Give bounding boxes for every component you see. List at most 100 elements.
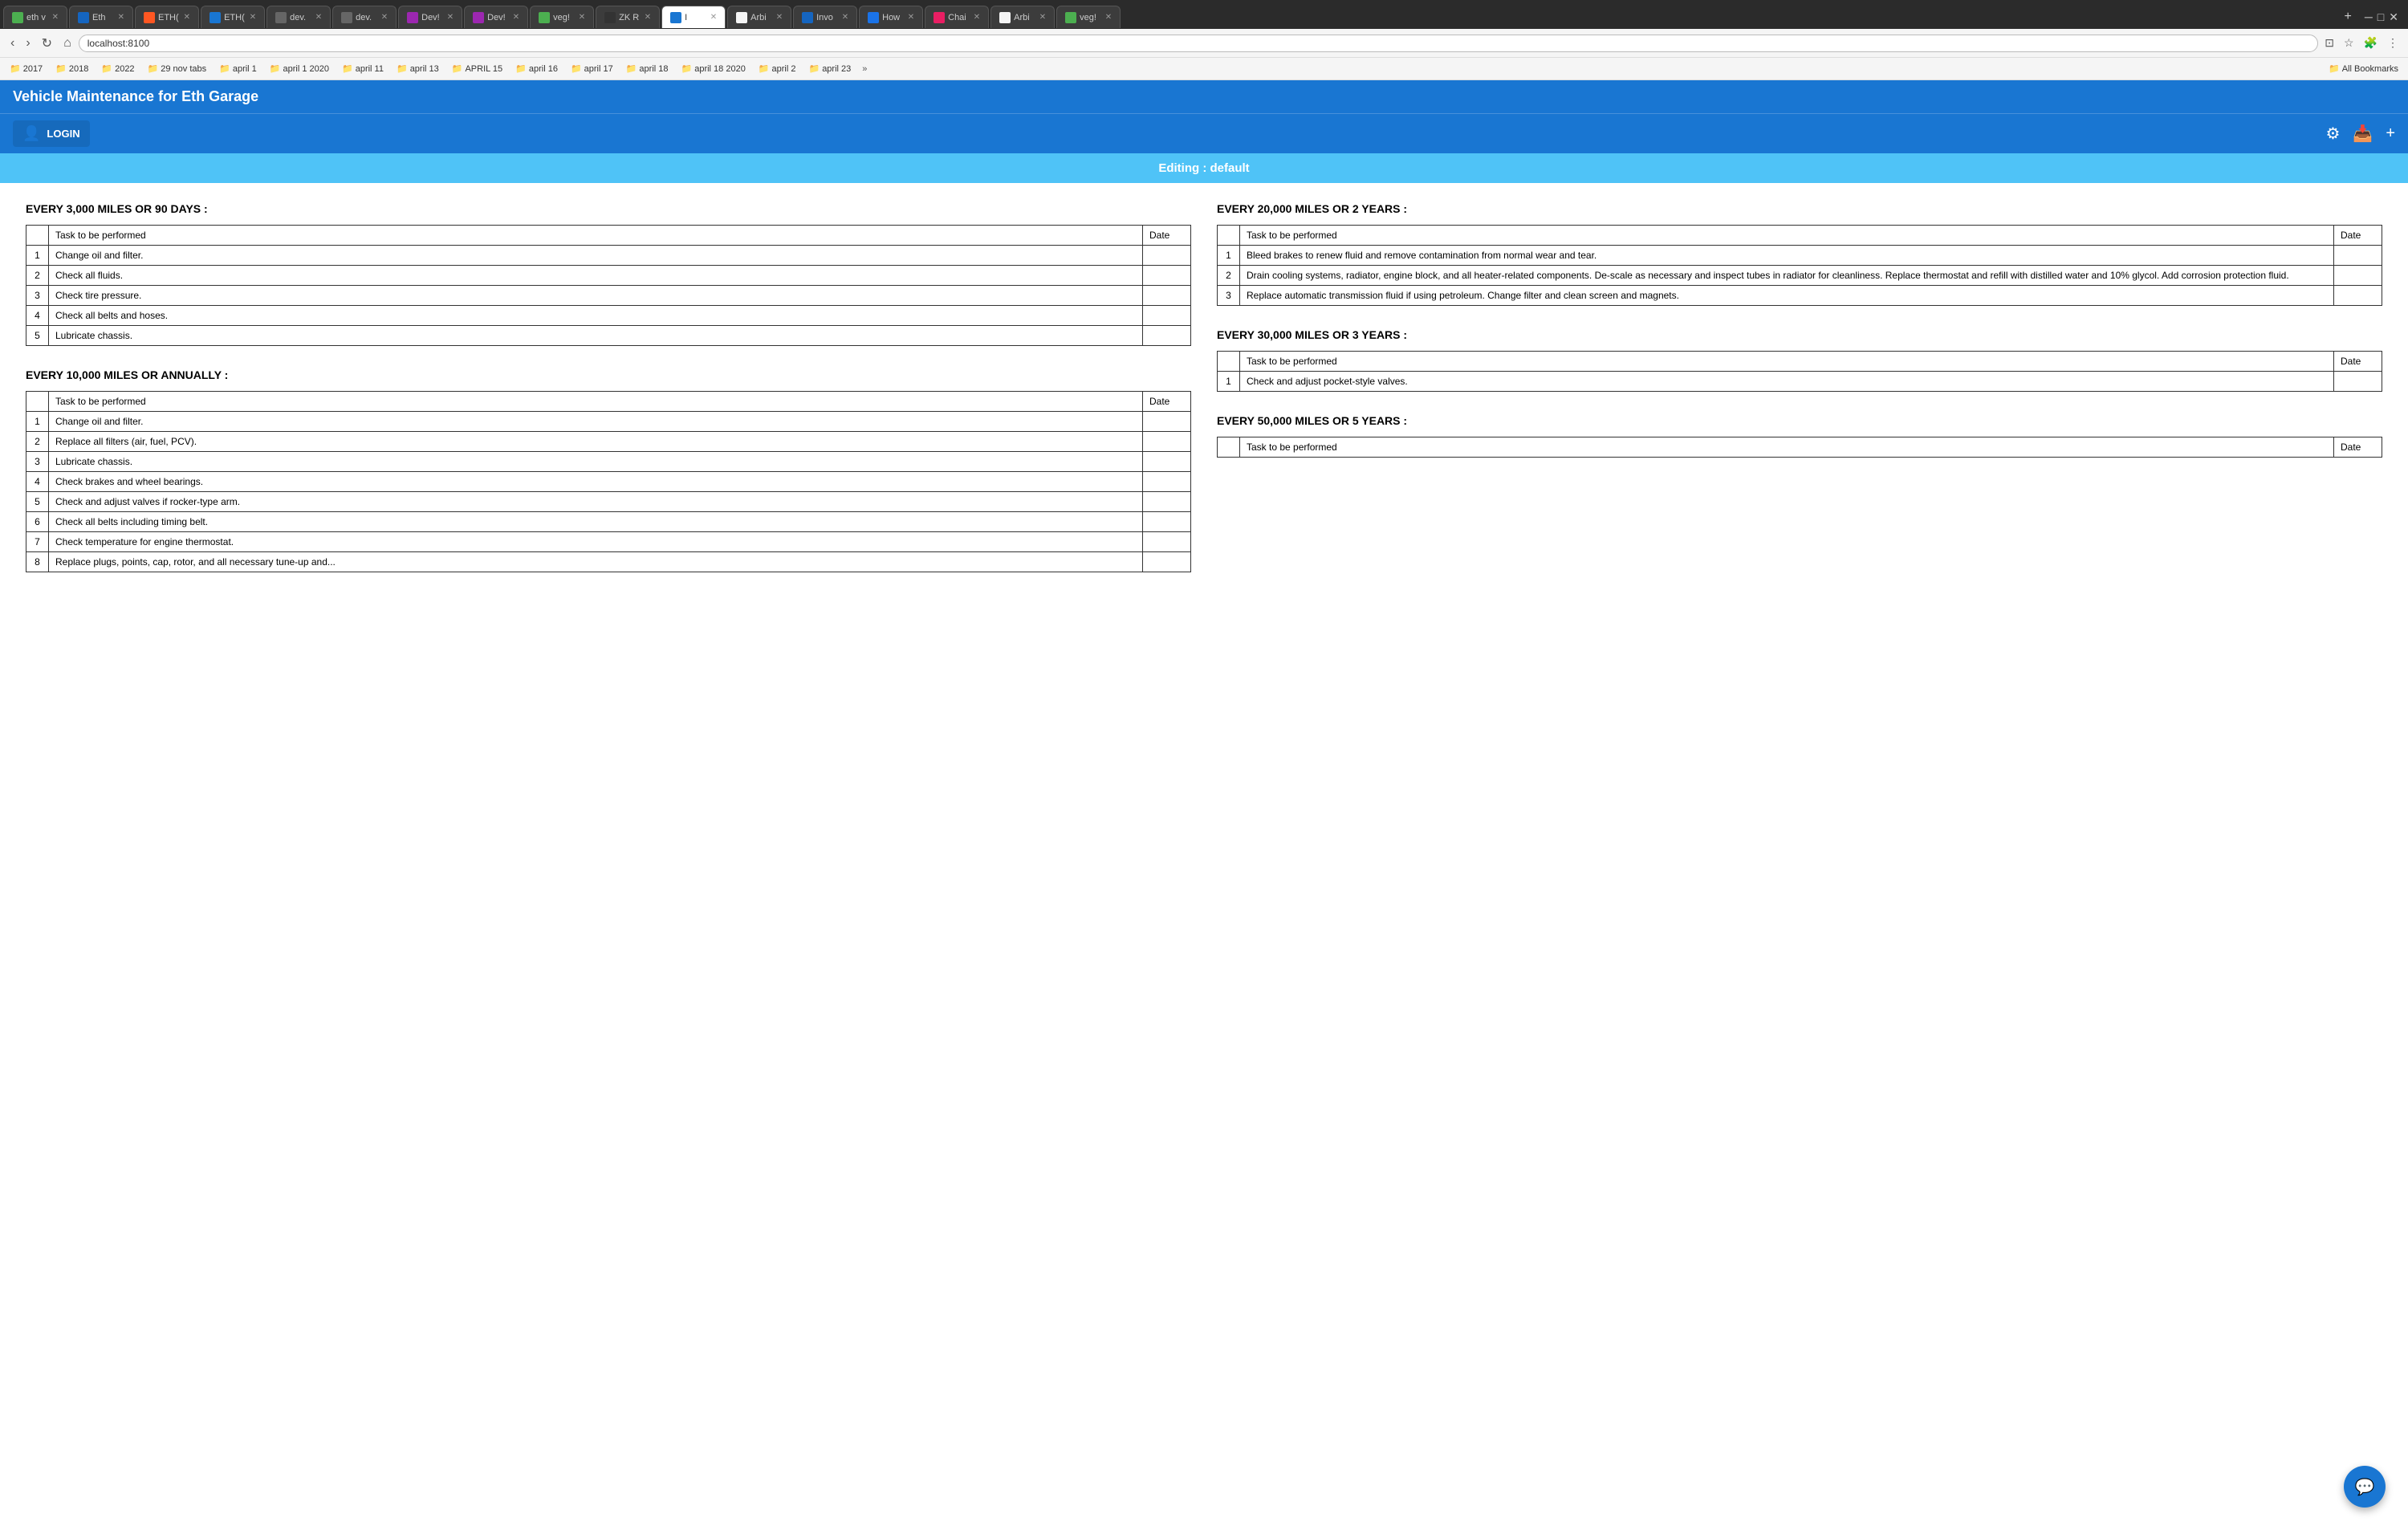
tab-favicon-5 (341, 12, 352, 23)
tab-close-15[interactable]: ✕ (1039, 13, 1046, 22)
login-button[interactable]: 👤 LOGIN (13, 120, 90, 147)
tab-close-10[interactable]: ✕ (710, 13, 717, 22)
forward-button[interactable]: › (22, 35, 34, 52)
tab-favicon-4 (275, 12, 287, 23)
bookmark-0[interactable]: 📁2017 (6, 62, 46, 75)
browser-tab-4[interactable]: dev.✕ (266, 6, 331, 28)
tab-close-7[interactable]: ✕ (513, 13, 519, 22)
tab-close-3[interactable]: ✕ (250, 13, 256, 22)
row-task: Check all belts and hoses. (49, 306, 1143, 326)
bookmark-8[interactable]: 📁APRIL 15 (449, 62, 506, 75)
tab-close-14[interactable]: ✕ (974, 13, 980, 22)
tab-close-6[interactable]: ✕ (447, 13, 454, 22)
left-column: EVERY 3,000 MILES OR 90 DAYS :Task to be… (26, 202, 1191, 595)
bookmark-10[interactable]: 📁april 17 (567, 62, 616, 75)
browser-tab-3[interactable]: ETH( ✕ (201, 6, 265, 28)
address-input[interactable] (79, 35, 2319, 52)
table-header-1: Task to be performed (49, 226, 1143, 246)
menu-icon[interactable]: ⋮ (2384, 35, 2402, 51)
more-bookmarks-button[interactable]: » (862, 64, 867, 74)
table-row: 7Check temperature for engine thermostat… (26, 532, 1191, 552)
tab-close-9[interactable]: ✕ (645, 13, 651, 22)
tab-close-5[interactable]: ✕ (381, 13, 388, 22)
tab-favicon-2 (144, 12, 155, 23)
tab-favicon-6 (407, 12, 418, 23)
browser-tab-9[interactable]: ZK R✕ (596, 6, 660, 28)
reload-button[interactable]: ↻ (38, 34, 56, 53)
tab-close-1[interactable]: ✕ (118, 13, 124, 22)
bookmark-13[interactable]: 📁april 2 (755, 62, 799, 75)
row-task: Check all fluids. (49, 266, 1143, 286)
tab-bar: eth v✕Eth✕ETH(✕ETH(✕dev.✕dev.✕Dev!✕Dev!✕… (0, 0, 2408, 29)
section-title: EVERY 30,000 MILES OR 3 YEARS : (1217, 328, 2382, 341)
browser-tab-1[interactable]: Eth✕ (69, 6, 133, 28)
tab-label-10: I (685, 13, 706, 22)
browser-tab-15[interactable]: Arbi✕ (990, 6, 1055, 28)
browser-tab-6[interactable]: Dev!✕ (398, 6, 462, 28)
bookmark-label-9: april 16 (529, 64, 558, 74)
row-date (1143, 412, 1191, 432)
browser-tab-2[interactable]: ETH(✕ (135, 6, 199, 28)
add-icon[interactable]: + (2386, 124, 2395, 143)
tab-close-0[interactable]: ✕ (52, 13, 59, 22)
row-task: Lubricate chassis. (49, 326, 1143, 346)
browser-tab-7[interactable]: Dev!✕ (464, 6, 528, 28)
bookmark-11[interactable]: 📁april 18 (623, 62, 672, 75)
close-button[interactable]: ✕ (2389, 10, 2398, 24)
tab-close-12[interactable]: ✕ (842, 13, 848, 22)
row-number: 4 (26, 306, 49, 326)
browser-tab-5[interactable]: dev.✕ (332, 6, 397, 28)
bookmark-6[interactable]: 📁april 11 (339, 62, 387, 75)
bookmark-icon[interactable]: ☆ (2341, 35, 2357, 51)
bookmark-14[interactable]: 📁april 23 (805, 62, 854, 75)
bookmark-2[interactable]: 📁2022 (98, 62, 137, 75)
screen-cast-icon[interactable]: ⊡ (2321, 35, 2337, 51)
folder-icon-1: 📁 (55, 63, 67, 74)
table-row: 5Lubricate chassis. (26, 326, 1191, 346)
extension-icon[interactable]: 🧩 (2361, 35, 2381, 51)
new-tab-button[interactable]: + (2338, 10, 2358, 24)
section: EVERY 10,000 MILES OR ANNUALLY :Task to … (26, 368, 1191, 572)
row-task: Lubricate chassis. (49, 452, 1143, 472)
bookmark-4[interactable]: 📁april 1 (216, 62, 260, 75)
browser-tab-12[interactable]: Invo✕ (793, 6, 857, 28)
browser-tab-8[interactable]: veg!✕ (530, 6, 594, 28)
table-row: 3Lubricate chassis. (26, 452, 1191, 472)
maintenance-table: Task to be performedDate (1217, 437, 2382, 458)
fab-button[interactable]: 💬 (2344, 1466, 2386, 1508)
minimize-button[interactable]: ─ (2365, 10, 2373, 23)
bookmark-9[interactable]: 📁april 16 (512, 62, 561, 75)
tab-close-4[interactable]: ✕ (315, 13, 322, 22)
table-row: 2Replace all filters (air, fuel, PCV). (26, 432, 1191, 452)
bookmark-12[interactable]: 📁april 18 2020 (678, 62, 749, 75)
home-button[interactable]: ⌂ (59, 35, 75, 52)
row-date (2334, 266, 2382, 286)
browser-tab-0[interactable]: eth v✕ (3, 6, 67, 28)
browser-tab-14[interactable]: Chai ✕ (925, 6, 989, 28)
right-column: EVERY 20,000 MILES OR 2 YEARS :Task to b… (1217, 202, 2382, 595)
tab-close-11[interactable]: ✕ (776, 13, 783, 22)
browser-tab-10[interactable]: I✕ (661, 6, 726, 28)
bookmark-label-12: april 18 2020 (694, 64, 746, 74)
bookmark-3[interactable]: 📁29 nov tabs (144, 62, 210, 75)
settings-icon[interactable]: ⚙ (2325, 124, 2340, 144)
tab-close-16[interactable]: ✕ (1105, 13, 1112, 22)
tab-close-13[interactable]: ✕ (908, 13, 914, 22)
all-bookmarks-button[interactable]: 📁All Bookmarks (2325, 62, 2402, 75)
table-header-1: Task to be performed (49, 392, 1143, 412)
bookmark-5[interactable]: 📁april 1 2020 (266, 62, 332, 75)
tab-close-2[interactable]: ✕ (184, 13, 190, 22)
browser-tab-13[interactable]: How✕ (859, 6, 923, 28)
tab-label-14: Chai (948, 13, 969, 22)
bookmark-1[interactable]: 📁2018 (52, 62, 92, 75)
tab-favicon-1 (78, 12, 89, 23)
back-button[interactable]: ‹ (6, 35, 18, 52)
browser-tab-16[interactable]: veg!✕ (1056, 6, 1121, 28)
restore-button[interactable]: □ (2377, 10, 2384, 23)
browser-tab-11[interactable]: Arbi✕ (727, 6, 791, 28)
bookmark-7[interactable]: 📁april 13 (393, 62, 442, 75)
inbox-icon[interactable]: 📥 (2353, 124, 2373, 144)
tab-close-8[interactable]: ✕ (579, 13, 585, 22)
tab-label-3: ETH( (224, 13, 245, 22)
row-date (1143, 452, 1191, 472)
